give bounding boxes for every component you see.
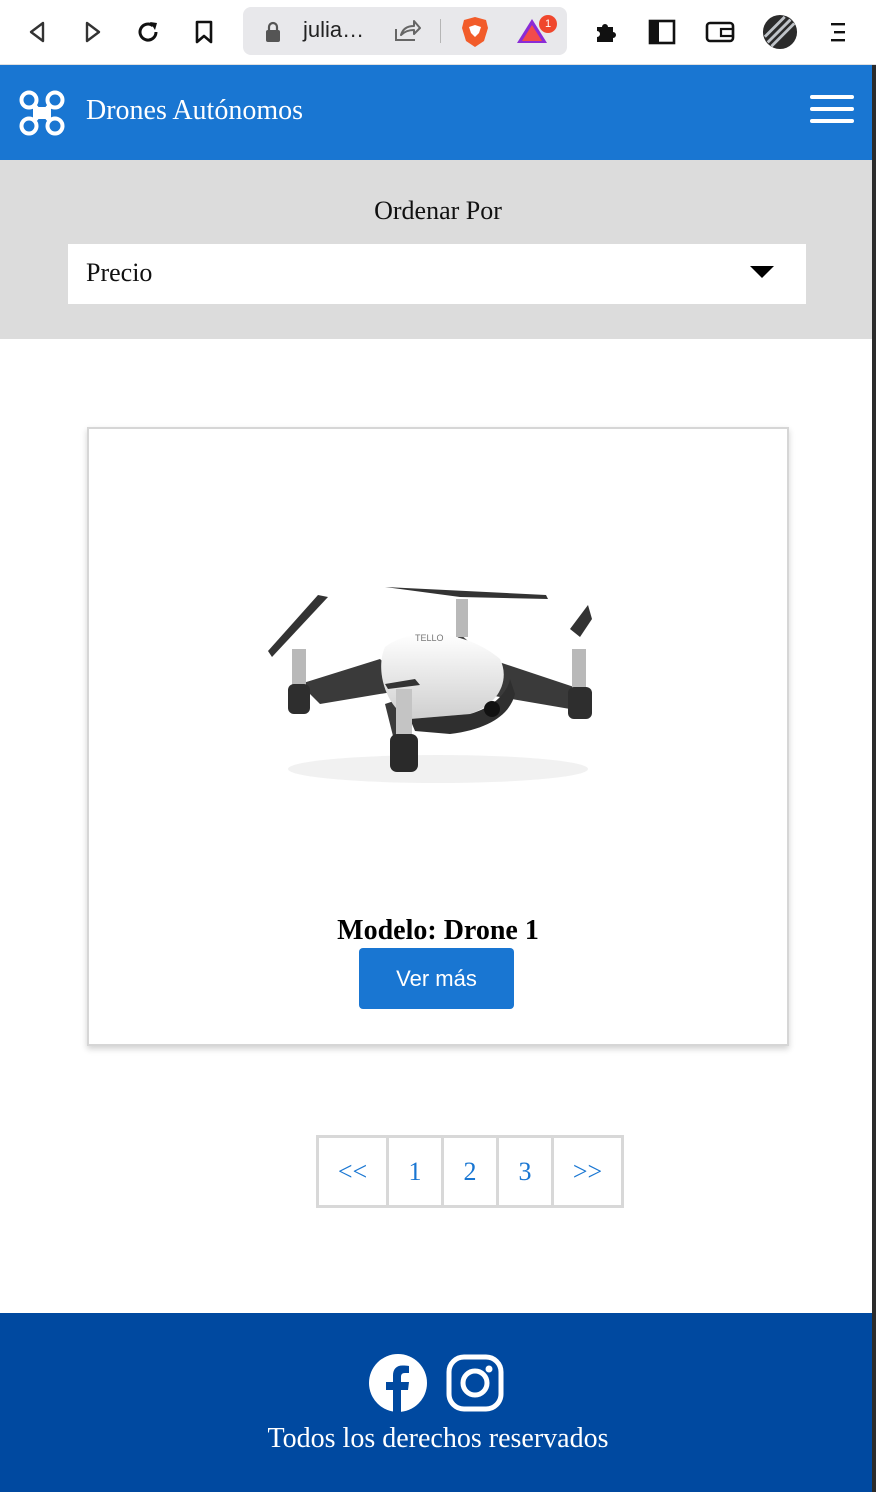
pagination-next[interactable]: >> xyxy=(551,1135,624,1208)
lock-icon xyxy=(263,21,283,43)
back-icon[interactable] xyxy=(20,14,56,50)
pagination: << 1 2 3 >> xyxy=(316,1135,624,1208)
rewards-badge: 1 xyxy=(539,15,557,33)
facebook-icon[interactable] xyxy=(369,1354,427,1417)
sort-label: Ordenar Por xyxy=(374,196,502,225)
wallet-icon[interactable] xyxy=(702,14,738,50)
reload-icon[interactable] xyxy=(130,14,166,50)
ver-mas-button[interactable]: Ver más xyxy=(359,948,514,1009)
drone-logo-icon[interactable] xyxy=(18,89,66,142)
brave-shield-icon[interactable] xyxy=(459,15,491,54)
address-bar[interactable]: julia… 1 xyxy=(243,7,567,55)
profile-avatar-icon[interactable] xyxy=(762,14,798,50)
drone-image: TELLO xyxy=(210,519,666,825)
caret-down-icon xyxy=(750,266,774,278)
sidebar-icon[interactable] xyxy=(644,14,680,50)
extensions-icon[interactable] xyxy=(588,14,624,50)
hamburger-menu-icon[interactable] xyxy=(810,95,854,125)
window-edge xyxy=(872,65,876,1492)
footer-copyright: Todos los derechos reservados xyxy=(267,1423,609,1454)
bookmark-icon[interactable] xyxy=(186,14,222,50)
sort-section: Ordenar Por Precio xyxy=(0,160,876,339)
site-footer: Todos los derechos reservados xyxy=(0,1313,876,1492)
pagination-page-2[interactable]: 2 xyxy=(441,1135,499,1208)
pagination-prev[interactable]: << xyxy=(316,1135,389,1208)
svg-text:TELLO: TELLO xyxy=(415,633,444,643)
browser-toolbar: julia… 1 xyxy=(0,0,876,65)
instagram-icon[interactable] xyxy=(446,1354,504,1417)
product-title: Modelo: Drone 1 xyxy=(337,915,539,946)
product-card: TELLO Modelo: Drone 1 Ver más xyxy=(87,427,789,1046)
brand-name[interactable]: Drones Autónomos xyxy=(86,95,303,127)
sort-selected-value: Precio xyxy=(86,258,153,287)
share-icon[interactable] xyxy=(393,19,421,48)
address-bar-divider xyxy=(440,19,441,43)
site-header: Drones Autónomos xyxy=(0,65,876,160)
browser-menu-icon[interactable] xyxy=(820,14,856,50)
pagination-page-1[interactable]: 1 xyxy=(386,1135,444,1208)
url-text: julia… xyxy=(303,17,365,42)
pagination-page-3[interactable]: 3 xyxy=(496,1135,554,1208)
forward-icon[interactable] xyxy=(74,14,110,50)
sort-select[interactable]: Precio xyxy=(68,244,806,304)
